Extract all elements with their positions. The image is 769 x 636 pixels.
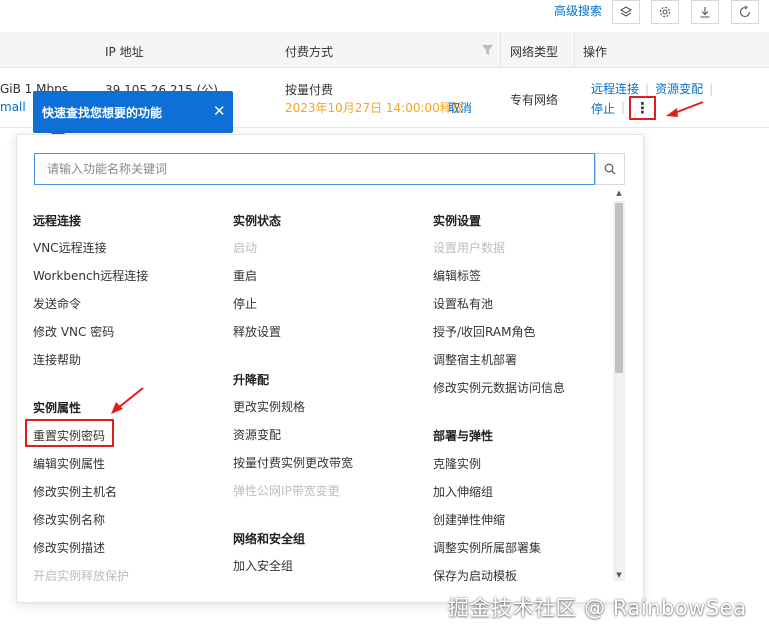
more-vertical-icon: ⋮ <box>635 98 650 117</box>
close-icon[interactable]: ✕ <box>213 104 226 119</box>
refresh-button[interactable] <box>731 0 759 24</box>
scroll-up-icon[interactable]: ▲ <box>615 189 623 197</box>
section-remote-connect: 远程连接 <box>33 214 82 228</box>
menu-send-command[interactable]: 发送命令 <box>33 295 81 312</box>
menu-host-deployment[interactable]: 调整宿主机部署 <box>433 351 517 368</box>
feature-search-input[interactable] <box>35 154 594 184</box>
header-actions: 操作 <box>583 45 608 59</box>
section-network-security: 网络和安全组 <box>233 532 306 546</box>
menu-release-protection: 开启实例释放保护 <box>33 569 130 583</box>
remote-connect-link[interactable]: 远程连接 <box>591 82 639 96</box>
menu-workbench-connect[interactable]: Workbench远程连接 <box>33 267 148 284</box>
menu-create-scaling[interactable]: 创建弹性伸缩 <box>433 511 505 528</box>
filter-icon[interactable] <box>482 44 493 58</box>
section-instance-status: 实例状态 <box>233 214 282 228</box>
layers-icon <box>619 6 633 17</box>
more-actions-button[interactable]: ⋮ <box>629 96 656 120</box>
menu-connect-help[interactable]: 连接帮助 <box>33 351 81 368</box>
download-icon <box>700 7 710 18</box>
menu-clone-instance[interactable]: 克隆实例 <box>433 455 481 472</box>
menu-save-launch-template[interactable]: 保存为启动模板 <box>433 567 517 584</box>
menu-private-pool[interactable]: 设置私有池 <box>433 295 493 312</box>
tooltip-text: 快速查找您想要的功能 <box>42 106 163 120</box>
menu-release-settings[interactable]: 释放设置 <box>233 323 281 340</box>
section-deploy-elastic: 部署与弹性 <box>433 429 494 443</box>
menu-edit-attributes[interactable]: 编辑实例属性 <box>33 455 105 472</box>
advanced-search-link[interactable]: 高级搜索 <box>554 2 602 19</box>
menu-change-spec[interactable]: 更改实例规格 <box>233 398 305 415</box>
watermark: 掘金技术社区 @ RainbowSea <box>448 596 747 620</box>
section-instance-attributes: 实例属性 <box>33 401 82 415</box>
menu-modify-description[interactable]: 修改实例描述 <box>33 539 105 556</box>
annotation-arrow-icon <box>666 101 704 117</box>
release-time: 2023年10月27日 14:00:00释放 <box>285 101 464 115</box>
divider: | <box>645 82 650 96</box>
menu-join-scaling-group[interactable]: 加入伸缩组 <box>433 483 493 500</box>
gear-icon <box>659 6 671 18</box>
menu-ram-role[interactable]: 授予/收回RAM角色 <box>433 323 535 340</box>
menu-modify-vnc-password[interactable]: 修改 VNC 密码 <box>33 323 114 340</box>
layers-button[interactable] <box>612 0 640 24</box>
section-instance-settings: 实例设置 <box>433 214 482 228</box>
feature-search-tooltip: 快速查找您想要的功能 ✕ <box>33 91 233 140</box>
feature-search-box <box>34 153 595 185</box>
scrollbar-thumb[interactable] <box>615 203 623 373</box>
menu-metadata-access[interactable]: 修改实例元数据访问信息 <box>433 379 565 396</box>
refresh-icon <box>739 5 751 18</box>
network-type: 专有网络 <box>510 93 559 107</box>
menu-vnc-connect[interactable]: VNC远程连接 <box>33 239 107 256</box>
instance-spec-link[interactable]: mall <box>0 100 26 114</box>
menu-restart[interactable]: 重启 <box>233 267 257 284</box>
highlight-box <box>25 419 114 447</box>
menu-change-bandwidth[interactable]: 按量付费实例更改带宽 <box>233 454 353 471</box>
divider: | <box>621 100 626 114</box>
menu-modify-name[interactable]: 修改实例名称 <box>33 511 105 528</box>
settings-button[interactable] <box>651 0 679 24</box>
section-upgrade-downgrade: 升降配 <box>233 373 270 387</box>
resource-change-link[interactable]: 资源变配 <box>655 82 703 96</box>
menu-edit-tags[interactable]: 编辑标签 <box>433 267 481 284</box>
scroll-down-icon[interactable]: ▼ <box>615 571 623 579</box>
menu-user-data: 设置用户数据 <box>433 241 506 255</box>
download-button[interactable] <box>691 0 719 24</box>
menu-start: 启动 <box>233 241 258 255</box>
billing-method: 按量付费 <box>285 83 334 97</box>
menu-deployment-set[interactable]: 调整实例所属部署集 <box>433 539 541 556</box>
menu-modify-hostname[interactable]: 修改实例主机名 <box>33 483 117 500</box>
more-actions-panel: 远程连接 VNC远程连接 Workbench远程连接 发送命令 修改 VNC 密… <box>16 134 644 603</box>
search-icon <box>604 163 616 175</box>
menu-eip-bandwidth: 弹性公网IP带宽变更 <box>233 484 340 498</box>
menu-join-security-group[interactable]: 加入安全组 <box>233 557 293 574</box>
table-header: IP 地址 付费方式 网络类型 操作 <box>0 32 769 68</box>
search-button[interactable] <box>595 153 625 185</box>
header-network: 网络类型 <box>510 45 559 59</box>
divider: | <box>709 82 714 96</box>
header-ip: IP 地址 <box>105 45 144 59</box>
menu-resource-change[interactable]: 资源变配 <box>233 426 281 443</box>
stop-link[interactable]: 停止 <box>591 100 615 117</box>
menu-stop[interactable]: 停止 <box>233 295 257 312</box>
annotation-arrow-icon <box>111 387 144 414</box>
header-billing: 付费方式 <box>285 45 334 59</box>
cancel-release-link[interactable]: 取消 <box>448 99 472 116</box>
